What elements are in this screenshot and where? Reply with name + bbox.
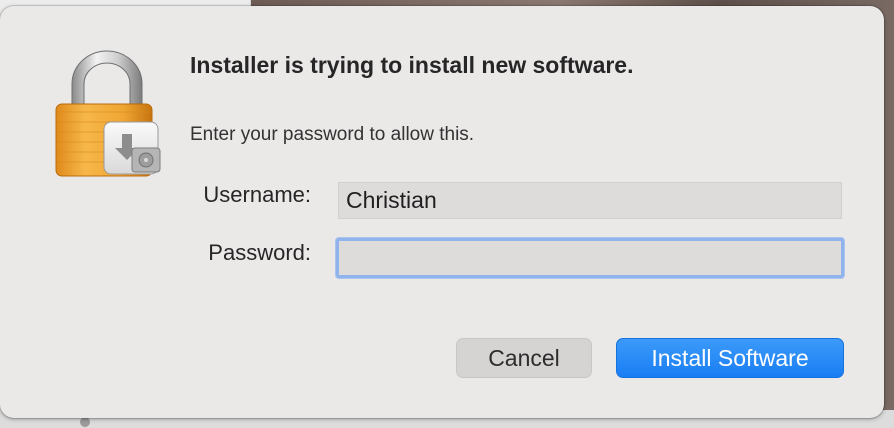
install-software-button[interactable]: Install Software — [616, 338, 844, 378]
username-field[interactable] — [338, 182, 842, 219]
cancel-button[interactable]: Cancel — [456, 338, 592, 378]
authentication-dialog: Installer is trying to install new softw… — [0, 6, 884, 418]
dialog-title: Installer is trying to install new softw… — [190, 52, 634, 78]
password-field[interactable] — [336, 238, 844, 278]
username-label: Username: — [203, 182, 311, 207]
lock-installer-icon — [52, 50, 162, 180]
dialog-message: Enter your password to allow this. — [190, 124, 475, 145]
background-dot — [80, 417, 90, 427]
password-label: Password: — [208, 240, 311, 265]
